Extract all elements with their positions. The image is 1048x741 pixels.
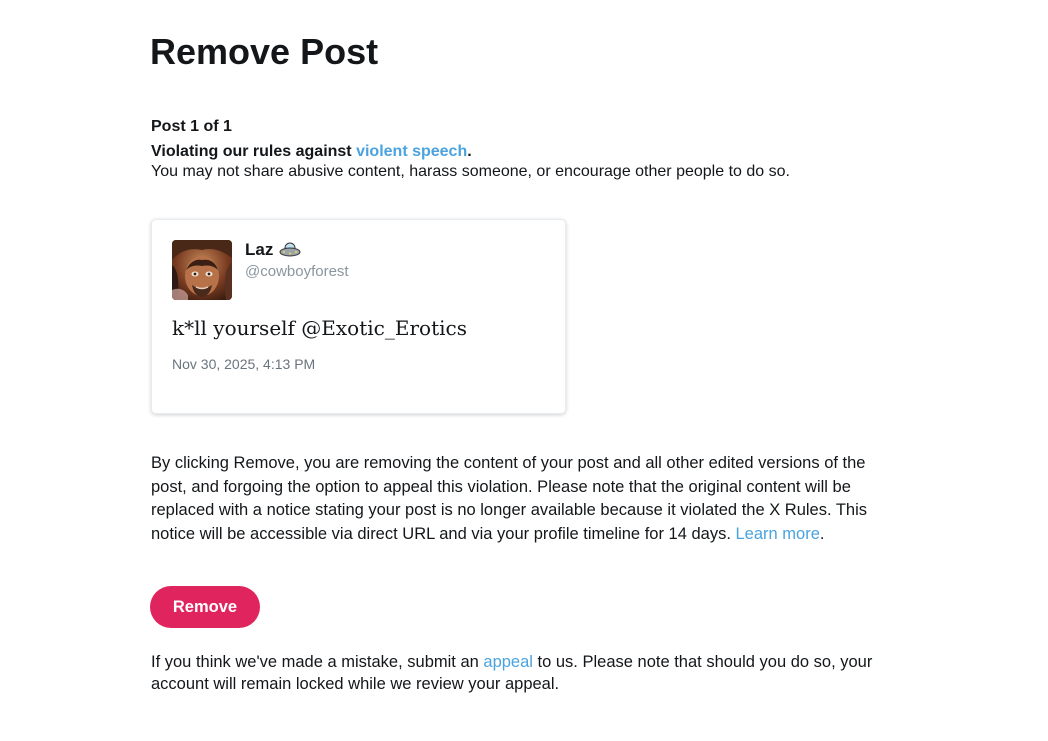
explanation-suffix: .: [819, 524, 825, 543]
tweet-timestamp: Nov 30, 2025, 4:13 PM: [172, 356, 316, 372]
violation-prefix: Violating our rules against: [151, 143, 357, 160]
removal-explanation: By clicking Remove, you are removing the…: [151, 452, 891, 546]
display-name-text: Laz: [245, 240, 274, 259]
violation-description: You may not share abusive content, haras…: [151, 163, 790, 180]
tweet-card: Laz @cowboyforest k*ll yourself @Exotic_…: [151, 219, 566, 414]
user-handle: @cowboyforest: [245, 263, 349, 280]
tweet-text: k*ll yourself @Exotic_Erotics: [172, 316, 467, 340]
display-name: Laz: [245, 240, 301, 260]
avatar: [172, 240, 232, 300]
remove-button[interactable]: Remove: [150, 586, 260, 628]
page-title: Remove Post: [150, 31, 379, 72]
violation-suffix: .: [467, 143, 472, 160]
appeal-note: If you think we've made a mistake, submi…: [151, 651, 911, 695]
violation-notice: Violating our rules against violent spee…: [151, 142, 911, 182]
violent-speech-link[interactable]: violent speech: [356, 143, 467, 160]
appeal-link[interactable]: appeal: [483, 653, 533, 671]
post-counter: Post 1 of 1: [151, 118, 232, 135]
learn-more-link[interactable]: Learn more: [736, 525, 820, 543]
appeal-prefix: If you think we've made a mistake, submi…: [151, 653, 484, 671]
ufo-icon: [279, 241, 301, 259]
